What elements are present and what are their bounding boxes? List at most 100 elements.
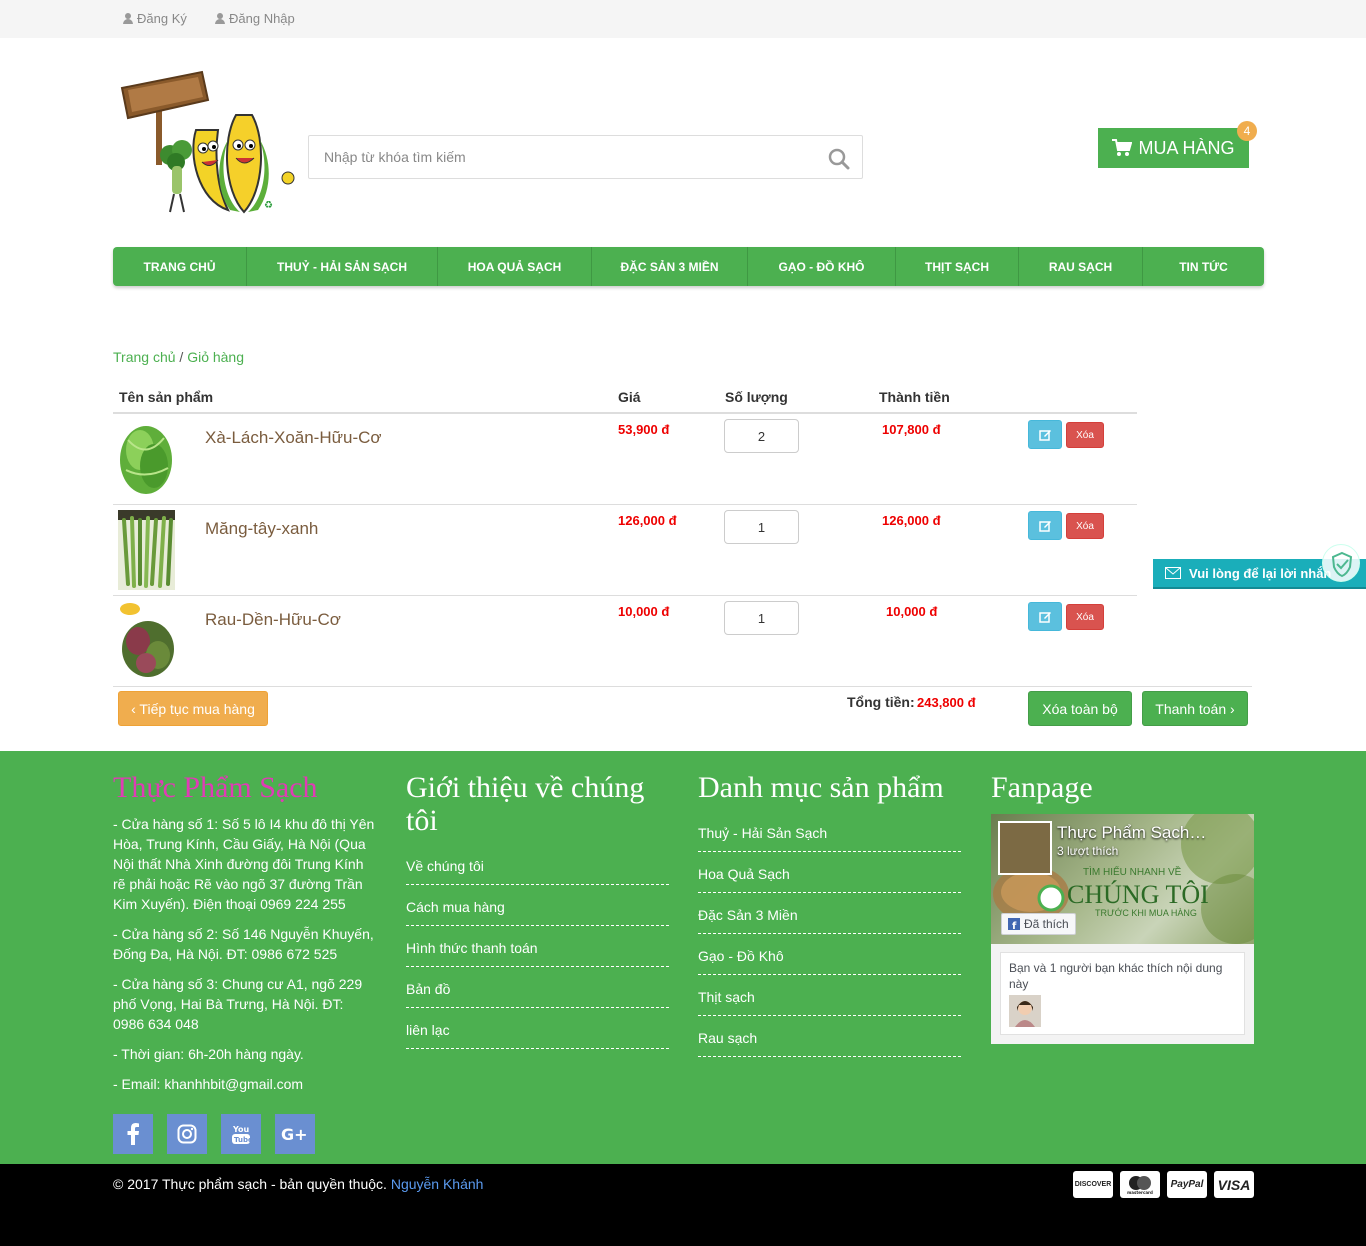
checkout-button[interactable]: Thanh toán ›: [1142, 691, 1248, 726]
login-link[interactable]: Đăng Nhập: [215, 11, 295, 26]
product-name-link[interactable]: Xà-Lách-Xoăn-Hữu-Cơ: [205, 428, 382, 448]
contact-email: - Email: khanhhbit@gmail.com: [113, 1076, 304, 1092]
nav-item-fruits[interactable]: HOA QUẢ SẠCH: [438, 247, 592, 286]
product-price: 126,000 đ: [618, 513, 677, 528]
product-image-asparagus[interactable]: [118, 510, 175, 590]
friend-avatar[interactable]: [1009, 995, 1041, 1027]
total-label: Tổng tiền:: [847, 694, 915, 710]
google-plus-icon: G+: [281, 1125, 308, 1143]
product-name-link[interactable]: Rau-Dền-Hữu-Cơ: [205, 610, 341, 630]
cart-button[interactable]: MUA HÀNG: [1098, 128, 1249, 168]
breadcrumb: Trang chủ / Giỏ hàng: [113, 349, 244, 365]
nav-item-meat[interactable]: THỊT SẠCH: [896, 247, 1019, 286]
product-subtotal: 107,800 đ: [882, 422, 941, 437]
footer-category-rice[interactable]: Gạo - Đồ Khô: [698, 948, 961, 975]
cover-tagline-bottom: TRƯỚC KHI MUA HÀNG: [1095, 908, 1197, 918]
nav-item-seafood[interactable]: THUỶ - HẢI SẢN SẠCH: [247, 247, 438, 286]
site-logo[interactable]: ♻: [118, 70, 300, 220]
quantity-input[interactable]: [724, 510, 799, 544]
about-us-title: Giới thiệu về chúng tôi: [406, 771, 645, 837]
facebook-link[interactable]: [113, 1114, 153, 1154]
search-icon[interactable]: [828, 148, 850, 170]
mastercard-icon: mastercard: [1120, 1171, 1160, 1198]
footer-category-vegetables[interactable]: Rau sạch: [698, 1030, 961, 1057]
update-button[interactable]: [1028, 511, 1062, 540]
fanpage-title: Fanpage: [991, 771, 1093, 804]
facebook-page-widget[interactable]: Thực Phẩm Sạch… 3 lượt thích TÌM HIỂU NH…: [991, 814, 1254, 1044]
user-icon: [123, 13, 133, 24]
liked-label: Đã thích: [1024, 917, 1069, 931]
total-value: 243,800 đ: [917, 695, 976, 710]
fanpage-avatar[interactable]: [998, 821, 1052, 875]
cover-tagline-top: TÌM HIỂU NHANH VỀ: [1083, 867, 1182, 878]
row-divider: [113, 686, 1252, 687]
footer-link-contact[interactable]: liên lạc: [406, 1022, 669, 1049]
youtube-icon: You Tube: [232, 1125, 251, 1144]
friends-like-text: Bạn và 1 người bạn khác thích nội dung n…: [1009, 961, 1223, 991]
product-subtotal: 126,000 đ: [882, 513, 941, 528]
delete-button[interactable]: Xóa: [1066, 422, 1104, 448]
footer-brand-title: Thực Phẩm Sạch: [113, 771, 318, 804]
liked-button[interactable]: f Đã thích: [1001, 913, 1076, 935]
mail-icon: [1165, 567, 1181, 579]
col-header-price: Giá: [618, 389, 641, 405]
categories-title: Danh mục sản phẩm: [698, 771, 944, 804]
footer-link-payment[interactable]: Hình thức thanh toán: [406, 940, 669, 967]
facebook-icon: [127, 1123, 139, 1145]
top-bar: Đăng Ký Đăng Nhập: [0, 0, 1366, 38]
quantity-input[interactable]: [724, 601, 799, 635]
youtube-link[interactable]: You Tube: [221, 1114, 261, 1154]
product-image-lettuce[interactable]: [118, 420, 175, 500]
product-price: 10,000 đ: [618, 604, 670, 619]
footer-link-how-to-buy[interactable]: Cách mua hàng: [406, 899, 669, 926]
register-label: Đăng Ký: [137, 11, 187, 26]
cart-count-badge: 4: [1237, 121, 1257, 141]
delete-button[interactable]: Xóa: [1066, 513, 1104, 539]
user-icon: [215, 13, 225, 24]
nav-item-news[interactable]: TIN TỨC: [1143, 247, 1264, 286]
footer-link-map[interactable]: Bản đồ: [406, 981, 669, 1008]
svg-text:mastercard: mastercard: [1127, 1190, 1153, 1195]
continue-shopping-button[interactable]: ‹ Tiếp tục mua hàng: [118, 691, 268, 726]
footer-category-fruits[interactable]: Hoa Quả Sạch: [698, 866, 961, 893]
breadcrumb-separator: /: [179, 349, 184, 365]
svg-text:You: You: [232, 1125, 250, 1134]
author-link[interactable]: Nguyễn Khánh: [391, 1176, 484, 1192]
register-link[interactable]: Đăng Ký: [123, 11, 187, 26]
main-nav: TRANG CHỦ THUỶ - HẢI SẢN SẠCH HOA QUẢ SẠ…: [113, 247, 1264, 286]
footer-link-about[interactable]: Về chúng tôi: [406, 858, 669, 885]
nav-item-rice-dry-food[interactable]: GẠO - ĐỒ KHÔ: [748, 247, 896, 286]
copyright: © 2017 Thực phẩm sạch - bản quyền thuộc.…: [113, 1176, 483, 1192]
instagram-link[interactable]: [167, 1114, 207, 1154]
col-header-subtotal: Thành tiền: [879, 389, 950, 405]
fanpage-name[interactable]: Thực Phẩm Sạch…: [1057, 823, 1206, 843]
paypal-icon: PayPal: [1167, 1171, 1207, 1198]
update-button[interactable]: [1028, 602, 1062, 631]
login-label: Đăng Nhập: [229, 11, 295, 26]
footer-category-specialties[interactable]: Đặc Sản 3 Miền: [698, 907, 961, 934]
update-button[interactable]: [1028, 420, 1062, 449]
nav-item-vegetables[interactable]: RAU SẠCH: [1019, 247, 1143, 286]
quantity-input[interactable]: [724, 419, 799, 453]
edit-icon: [1038, 612, 1051, 623]
nav-item-specialties[interactable]: ĐẶC SẢN 3 MIỀN: [592, 247, 748, 286]
cart-label: MUA HÀNG: [1138, 137, 1235, 158]
google-plus-link[interactable]: G+: [275, 1114, 315, 1154]
breadcrumb-home[interactable]: Trang chủ: [113, 349, 176, 365]
product-name-link[interactable]: Măng-tây-xanh: [205, 519, 318, 539]
clear-cart-button[interactable]: Xóa toàn bộ: [1028, 691, 1132, 726]
shield-check-icon[interactable]: [1322, 544, 1360, 582]
store-3-info: - Cửa hàng số 3: Chung cư A1, ngõ 229 ph…: [113, 976, 363, 1032]
footer-category-meat[interactable]: Thịt sạch: [698, 989, 961, 1016]
footer-category-seafood[interactable]: Thuỷ - Hải Sản Sạch: [698, 825, 961, 852]
nav-item-home[interactable]: TRANG CHỦ: [113, 247, 247, 286]
copyright-text: © 2017 Thực phẩm sạch - bản quyền thuộc.: [113, 1176, 387, 1192]
facebook-icon: f: [1008, 918, 1020, 930]
svg-text:G+: G+: [281, 1125, 308, 1143]
delete-button[interactable]: Xóa: [1066, 604, 1104, 630]
breadcrumb-current[interactable]: Giỏ hàng: [187, 349, 244, 365]
search-input[interactable]: [309, 136, 789, 178]
cover-tagline-main: CHÚNG TÔI: [1067, 880, 1209, 909]
product-image-amaranth[interactable]: [118, 601, 175, 681]
table-header-divider: [113, 412, 1137, 414]
